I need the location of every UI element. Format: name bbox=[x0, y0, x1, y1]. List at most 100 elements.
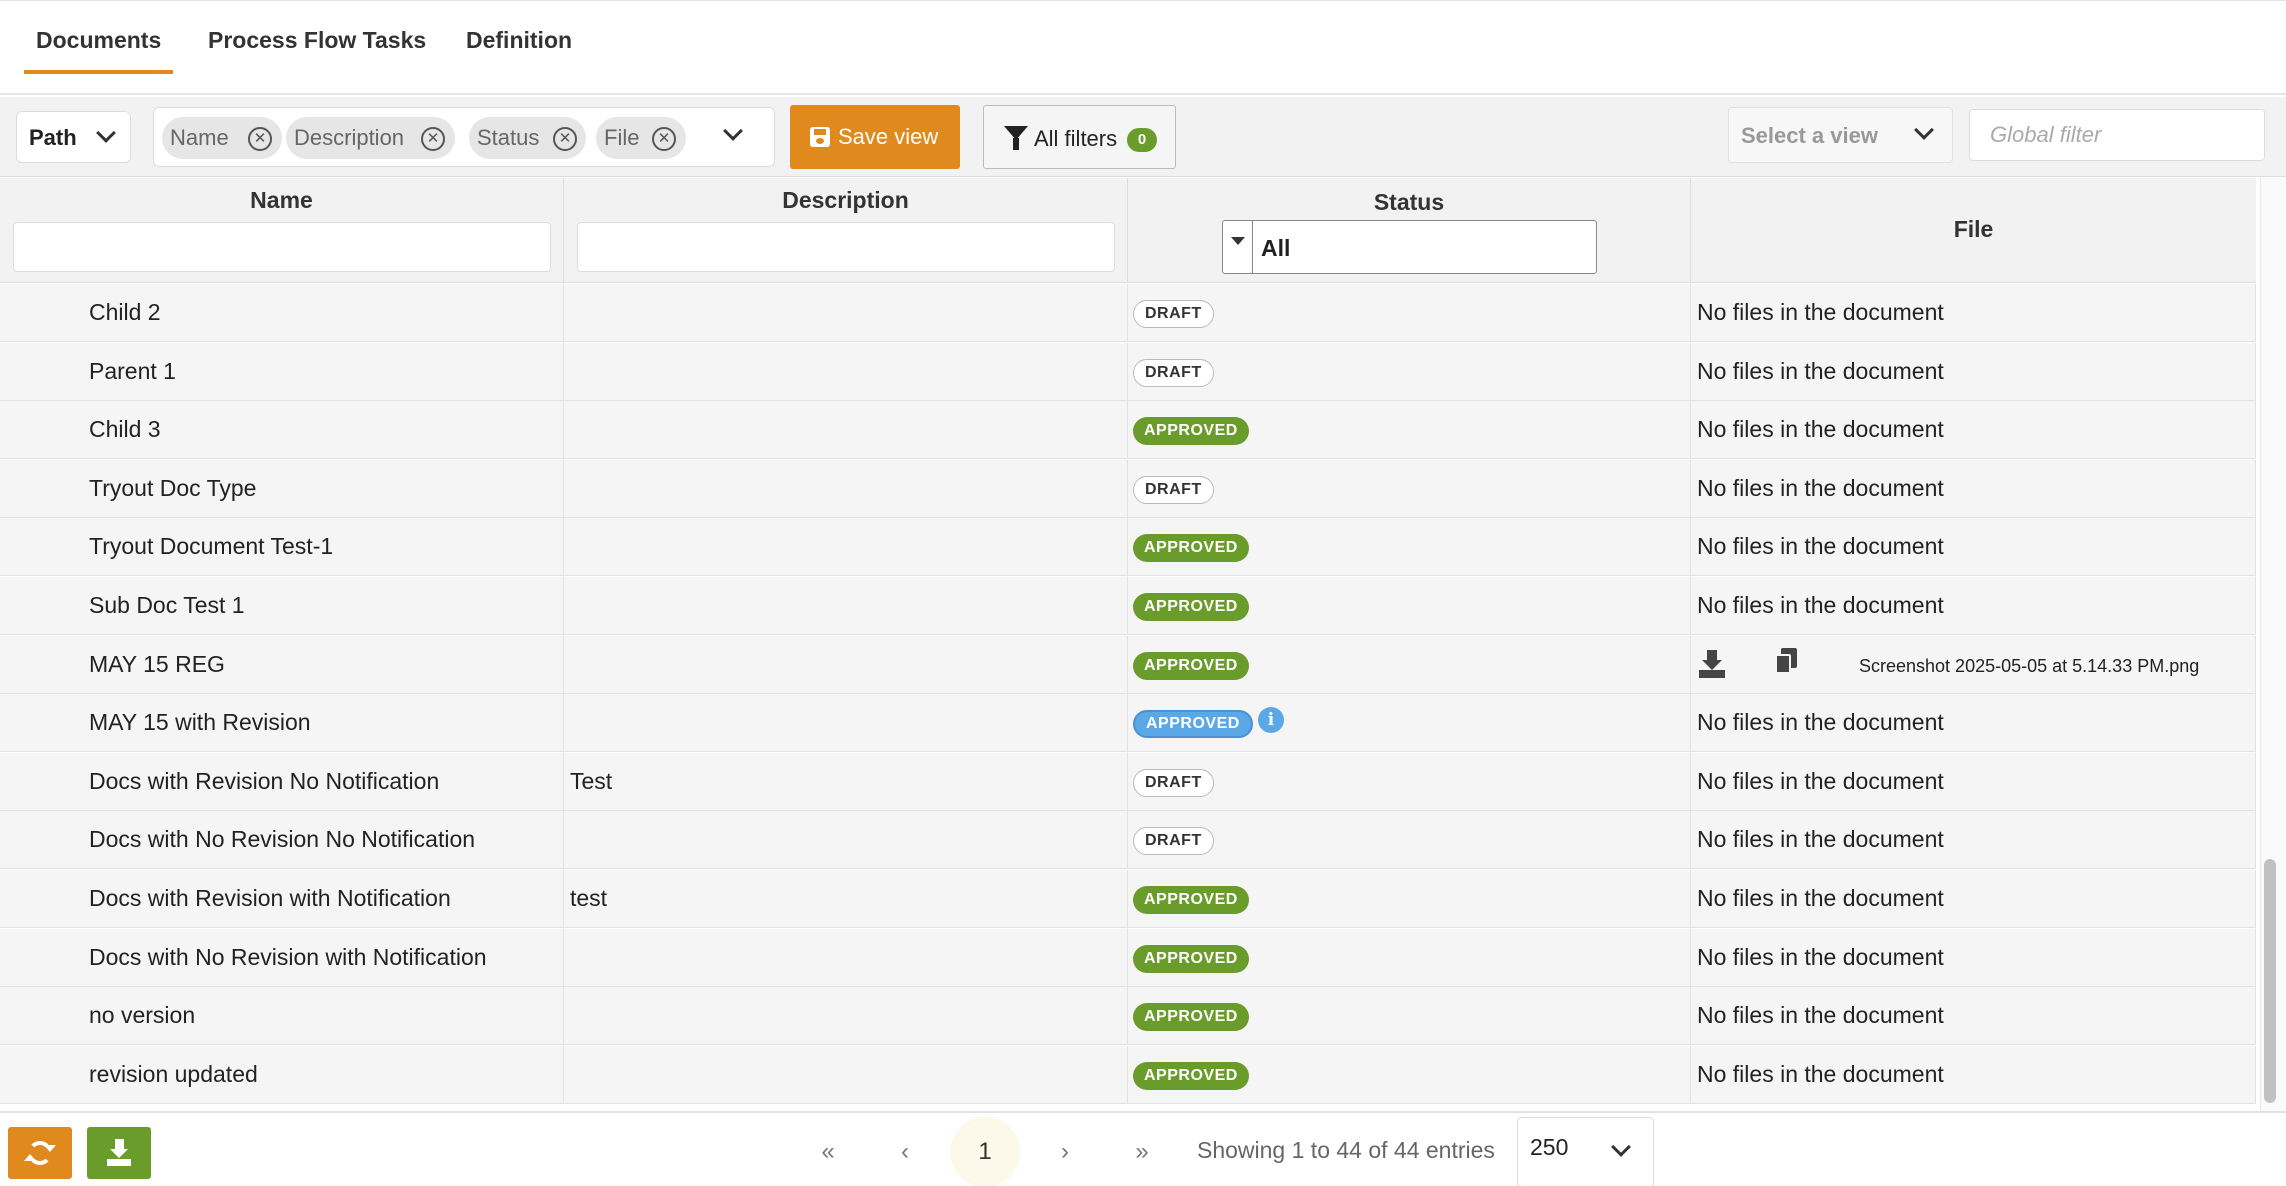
table-row[interactable]: Parent 1 DRAFT No files in the document bbox=[0, 343, 2256, 401]
file-cell: No files in the document bbox=[1691, 518, 2256, 576]
table-row[interactable]: Tryout Document Test-1 APPROVED No files i… bbox=[0, 518, 2256, 576]
status-badge: DRAFT bbox=[1133, 476, 1214, 504]
table-row[interactable]: Child 3 APPROVED No files in the document bbox=[0, 401, 2256, 459]
select-view-dropdown[interactable]: Select a view bbox=[1728, 107, 1953, 163]
next-page-button[interactable]: › bbox=[1048, 1127, 1082, 1177]
table-row[interactable]: MAY 15 with Revision APPROVED i No files in… bbox=[0, 694, 2256, 752]
no-files-text: No files in the document bbox=[1697, 592, 1944, 618]
document-name: Tryout Doc Type bbox=[89, 475, 257, 501]
chip-label: Status bbox=[477, 125, 540, 150]
save-view-button[interactable]: Save view bbox=[790, 105, 960, 169]
no-files-text: No files in the document bbox=[1697, 1061, 1944, 1087]
description-cell bbox=[564, 636, 1128, 694]
current-page-button[interactable]: 1 bbox=[950, 1117, 1020, 1186]
status-cell: DRAFT bbox=[1128, 753, 1691, 811]
column-title[interactable]: Name bbox=[0, 187, 563, 214]
status-badge: DRAFT bbox=[1133, 769, 1214, 797]
global-filter-input[interactable] bbox=[1969, 109, 2265, 161]
page-size-select[interactable]: 250 bbox=[1517, 1117, 1654, 1186]
status-cell: APPROVED bbox=[1128, 870, 1691, 928]
toolbar: Path Name ✕ Description ✕ Status ✕ File … bbox=[0, 97, 2286, 177]
column-title[interactable]: File bbox=[1691, 216, 2256, 243]
table-row[interactable]: Sub Doc Test 1 APPROVED No files in the do… bbox=[0, 577, 2256, 635]
file-cell: No files in the document bbox=[1691, 870, 2256, 928]
page-size-value: 250 bbox=[1530, 1134, 1569, 1160]
path-select[interactable]: Path bbox=[16, 111, 131, 163]
document-name: Sub Doc Test 1 bbox=[89, 592, 245, 618]
status-badge: APPROVED bbox=[1133, 1003, 1249, 1031]
copy-icon[interactable] bbox=[1775, 648, 1799, 676]
status-badge: APPROVED bbox=[1133, 534, 1249, 562]
tab-documents[interactable]: Documents bbox=[23, 27, 174, 74]
table-row[interactable]: MAY 15 REG APPROVED Screenshot 2025-05-05 … bbox=[0, 636, 2256, 694]
status-badge: APPROVED bbox=[1133, 886, 1249, 914]
tab-process-flow-tasks[interactable]: Process Flow Tasks bbox=[208, 27, 426, 71]
file-cell: No files in the document bbox=[1691, 987, 2256, 1045]
column-header-name: Name bbox=[0, 178, 564, 283]
scrollbar-thumb[interactable] bbox=[2264, 859, 2276, 1103]
document-description: Test bbox=[570, 768, 613, 794]
document-name: Docs with No Revision No Notification bbox=[89, 826, 476, 852]
refresh-button[interactable] bbox=[8, 1127, 72, 1179]
description-cell bbox=[564, 343, 1128, 401]
save-view-label: Save view bbox=[838, 124, 939, 149]
info-icon[interactable]: i bbox=[1258, 707, 1284, 733]
status-badge: APPROVED bbox=[1133, 417, 1249, 445]
table-row[interactable]: Docs with Revision No Notification Test DR… bbox=[0, 753, 2256, 811]
no-files-text: No files in the document bbox=[1697, 768, 1944, 794]
column-chip-select[interactable]: Name ✕ Description ✕ Status ✕ File ✕ bbox=[153, 107, 775, 167]
close-circle-icon[interactable]: ✕ bbox=[421, 127, 445, 151]
close-circle-icon[interactable]: ✕ bbox=[553, 127, 577, 151]
column-title[interactable]: Status bbox=[1128, 189, 1690, 216]
document-name: MAY 15 with Revision bbox=[89, 709, 311, 735]
status-cell: APPROVED i bbox=[1128, 694, 1691, 752]
document-name: revision updated bbox=[89, 1061, 258, 1087]
table-row[interactable]: revision updated APPROVED No files in the … bbox=[0, 1046, 2256, 1104]
no-files-text: No files in the document bbox=[1697, 885, 1944, 911]
status-cell: APPROVED bbox=[1128, 636, 1691, 694]
prev-page-button[interactable]: ‹ bbox=[888, 1127, 922, 1177]
first-page-button[interactable]: « bbox=[808, 1127, 848, 1177]
chip-status: Status ✕ bbox=[469, 117, 586, 159]
table-row[interactable]: no version APPROVED No files in the docume… bbox=[0, 987, 2256, 1045]
file-cell: No files in the document bbox=[1691, 284, 2256, 342]
funnel-icon bbox=[1004, 126, 1028, 150]
file-name[interactable]: Screenshot 2025-05-05 at 5.14.33 PM.png bbox=[1859, 656, 2199, 677]
all-filters-button[interactable]: All filters 0 bbox=[983, 105, 1176, 169]
document-name: Child 3 bbox=[89, 416, 161, 442]
table-row[interactable]: Docs with No Revision No Notification DRA… bbox=[0, 811, 2256, 869]
table-row[interactable]: Child 2 DRAFT No files in the document bbox=[0, 284, 2256, 342]
document-name: Docs with Revision No Notification bbox=[89, 768, 440, 794]
chevron-down-icon[interactable] bbox=[723, 121, 743, 141]
tab-bar: Documents Process Flow Tasks Definition bbox=[0, 1, 2286, 95]
download-icon[interactable] bbox=[1699, 650, 1725, 678]
refresh-icon bbox=[24, 1141, 56, 1165]
table-row[interactable]: Docs with Revision with Notification test… bbox=[0, 870, 2256, 928]
name-cell: Child 3 bbox=[0, 401, 564, 459]
document-name: MAY 15 REG bbox=[89, 651, 225, 677]
status-badge: APPROVED bbox=[1133, 710, 1253, 738]
file-cell: No files in the document bbox=[1691, 753, 2256, 811]
close-circle-icon[interactable]: ✕ bbox=[248, 127, 272, 151]
tab-definition[interactable]: Definition bbox=[466, 27, 572, 71]
status-filter-select[interactable]: All bbox=[1222, 220, 1597, 274]
last-page-button[interactable]: » bbox=[1122, 1127, 1162, 1177]
close-circle-icon[interactable]: ✕ bbox=[652, 127, 676, 151]
table-row[interactable]: Tryout Doc Type DRAFT No files in the docu… bbox=[0, 460, 2256, 518]
caret-down-icon bbox=[1223, 221, 1253, 273]
name-filter-input[interactable] bbox=[13, 222, 551, 272]
description-cell: test bbox=[564, 870, 1128, 928]
no-files-text: No files in the document bbox=[1697, 299, 1944, 325]
status-cell: APPROVED bbox=[1128, 929, 1691, 987]
name-cell: MAY 15 with Revision bbox=[0, 694, 564, 752]
description-filter-input[interactable] bbox=[577, 222, 1115, 272]
status-cell: DRAFT bbox=[1128, 811, 1691, 869]
export-button[interactable] bbox=[87, 1127, 151, 1179]
path-select-label: Path bbox=[29, 125, 77, 150]
status-badge: DRAFT bbox=[1133, 827, 1214, 855]
column-title[interactable]: Description bbox=[564, 187, 1127, 214]
column-header-file: File bbox=[1691, 178, 2256, 283]
no-files-text: No files in the document bbox=[1697, 944, 1944, 970]
name-cell: Docs with Revision No Notification bbox=[0, 753, 564, 811]
table-row[interactable]: Docs with No Revision with Notification A… bbox=[0, 929, 2256, 987]
